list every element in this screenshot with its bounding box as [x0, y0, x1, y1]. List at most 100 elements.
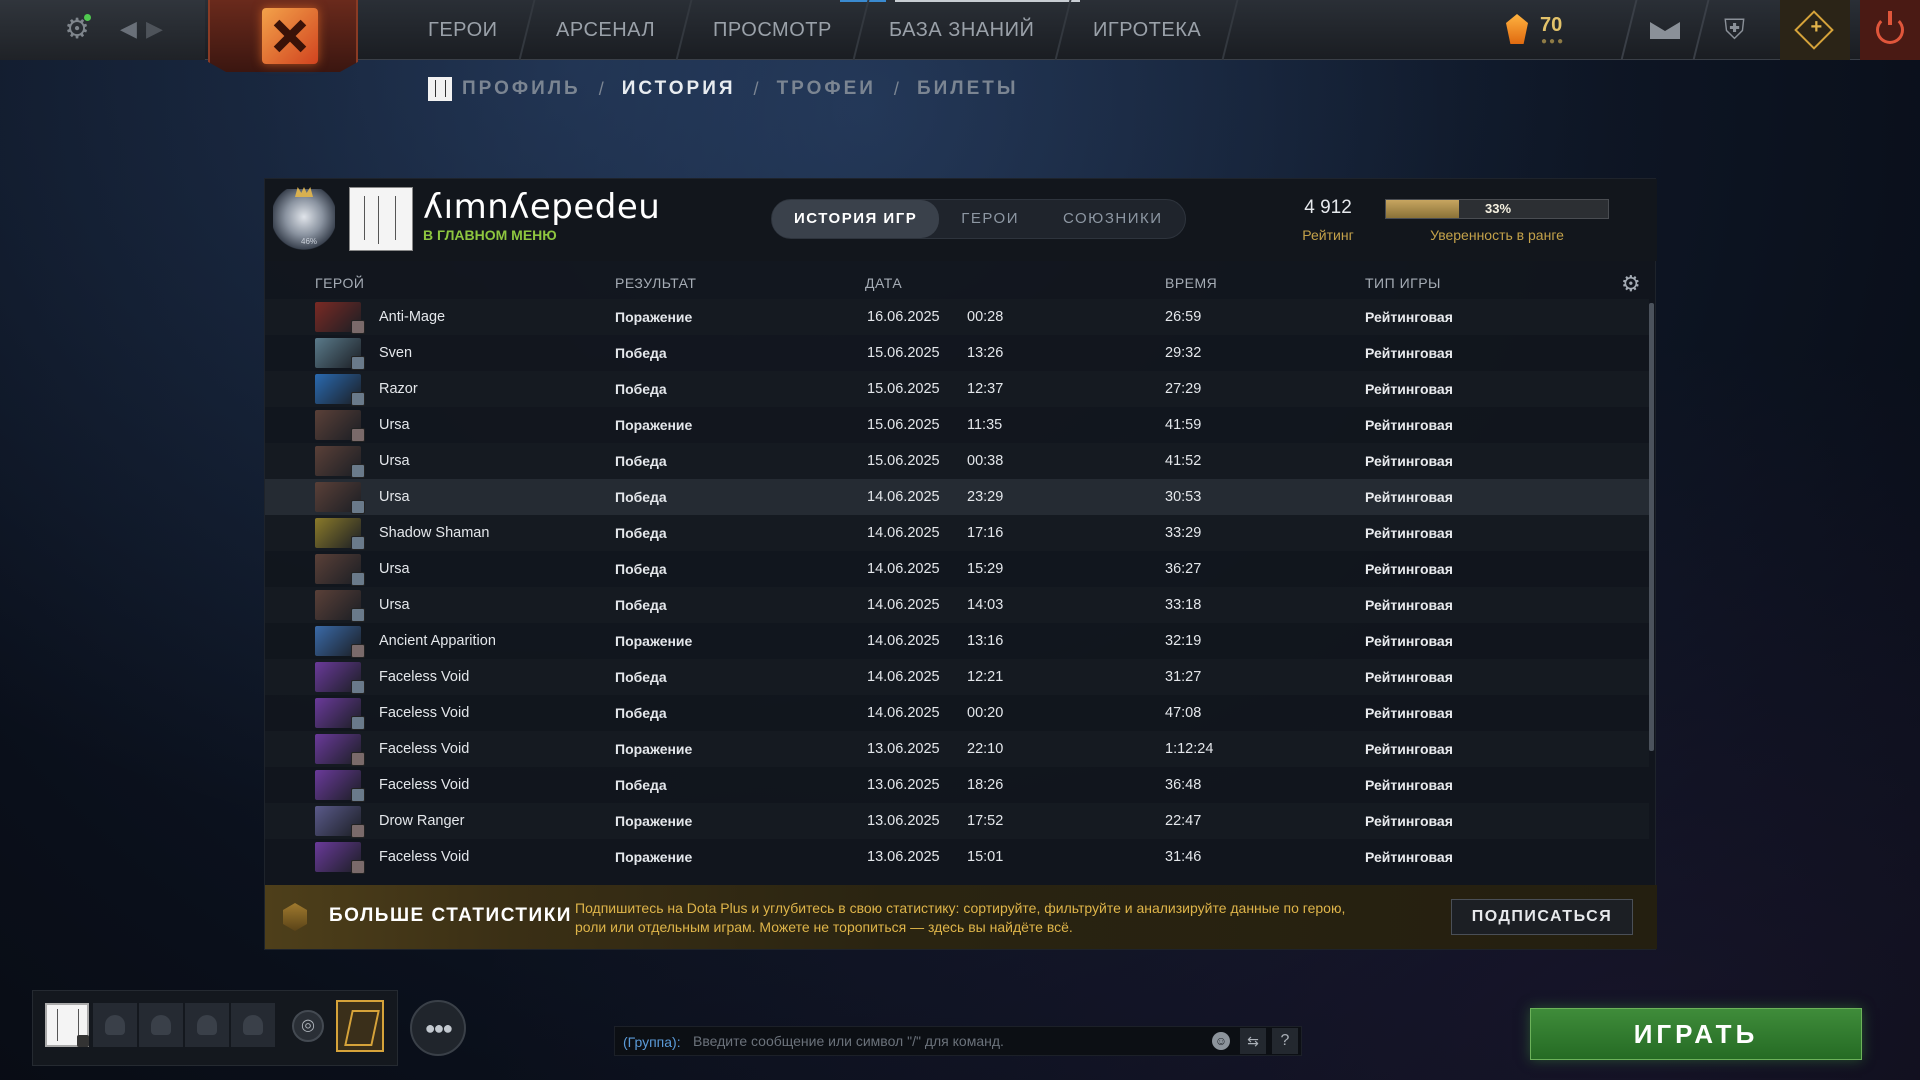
- dota-logo[interactable]: [262, 8, 318, 64]
- match-result: Победа: [615, 597, 667, 613]
- nav-armory[interactable]: АРСЕНАЛ: [520, 0, 693, 60]
- table-settings-gear-icon[interactable]: ⚙: [1621, 271, 1641, 297]
- chat-channel[interactable]: (Группа):: [623, 1034, 681, 1050]
- table-row[interactable]: Faceless Void Победа 13.06.2025 18:26 36:48 Р…: [265, 767, 1649, 803]
- party-slot-empty[interactable]: [93, 1003, 137, 1047]
- table-row[interactable]: Ursa Победа 15.06.2025 00:38 41:52 Рейтингова…: [265, 443, 1649, 479]
- chat-bar: (Группа):: [614, 1026, 1302, 1056]
- table-row[interactable]: Faceless Void Поражение 13.06.2025 15:01 31:…: [265, 839, 1649, 875]
- table-row[interactable]: Faceless Void Победа 14.06.2025 00:20 47:08 Р…: [265, 695, 1649, 731]
- party-slot-self[interactable]: [45, 1003, 89, 1047]
- tab-heroes[interactable]: ГЕРОИ: [939, 200, 1041, 238]
- subnav-trophies[interactable]: ТРОФЕИ: [777, 78, 876, 100]
- avatar[interactable]: [349, 187, 413, 251]
- power-icon[interactable]: [1876, 11, 1904, 44]
- match-start-time: 12:21: [967, 669, 1004, 685]
- match-result: Победа: [615, 381, 667, 397]
- match-date: 15.06.2025: [867, 417, 940, 433]
- subnav-separator: /: [753, 78, 759, 99]
- headset-icon[interactable]: ◎: [292, 1010, 324, 1042]
- table-row[interactable]: Razor Победа 15.06.2025 12:37 27:29 Рейтингов…: [265, 371, 1649, 407]
- col-result[interactable]: РЕЗУЛЬТАТ: [615, 275, 696, 291]
- match-start-time: 15:29: [967, 561, 1004, 577]
- game-type: Рейтинговая: [1365, 597, 1453, 613]
- match-duration: 41:52: [1165, 453, 1202, 469]
- match-date: 14.06.2025: [867, 489, 940, 505]
- arrow-right-icon[interactable]: ▶: [146, 16, 163, 42]
- match-duration: 32:19: [1165, 633, 1202, 649]
- role-icon: [351, 824, 365, 838]
- nav-arcade[interactable]: ИГРОТЕКА: [1057, 0, 1239, 60]
- play-button[interactable]: ИГРАТЬ: [1530, 1008, 1862, 1060]
- col-date[interactable]: ДАТА: [865, 275, 902, 291]
- emoji-icon[interactable]: ☺: [1212, 1032, 1230, 1050]
- subscribe-button[interactable]: ПОДПИСАТЬСЯ: [1451, 899, 1633, 935]
- dota-plus-badge[interactable]: [336, 1000, 384, 1052]
- match-history-panel: 46% ʎımnʎepedeu В ГЛАВНОМ МЕНЮ ИСТОРИЯ И…: [264, 178, 1657, 950]
- table-row[interactable]: Drow Ranger Поражение 13.06.2025 17:52 22:47…: [265, 803, 1649, 839]
- table-row[interactable]: Ancient Apparition Поражение 14.06.2025 13:…: [265, 623, 1649, 659]
- role-icon: [351, 536, 365, 550]
- game-type: Рейтинговая: [1365, 633, 1453, 649]
- role-icon: [351, 464, 365, 478]
- tab-match-history[interactable]: ИСТОРИЯ ИГР: [772, 200, 940, 238]
- subnav-history[interactable]: ИСТОРИЯ: [622, 78, 736, 100]
- nav-heroes[interactable]: ГЕРОИ: [392, 0, 535, 60]
- match-date: 13.06.2025: [867, 741, 940, 757]
- match-result: Победа: [615, 525, 667, 541]
- chat-wheel-icon[interactable]: ⇆: [1240, 1028, 1266, 1054]
- match-duration: 31:27: [1165, 669, 1202, 685]
- table-row[interactable]: Ursa Победа 14.06.2025 23:29 30:53 Рейтингова…: [265, 479, 1649, 515]
- arrow-left-icon[interactable]: ◀: [120, 16, 137, 42]
- match-duration: 1:12:24: [1165, 741, 1214, 757]
- scrollbar[interactable]: [1649, 303, 1654, 751]
- nav-learn[interactable]: БАЗА ЗНАНИЙ: [853, 0, 1073, 60]
- chat-input[interactable]: [693, 1029, 1213, 1053]
- help-icon[interactable]: ?: [1272, 1028, 1298, 1054]
- match-start-time: 17:52: [967, 813, 1004, 829]
- shard-icon[interactable]: [1506, 14, 1528, 44]
- mail-icon[interactable]: [1650, 19, 1680, 39]
- table-row[interactable]: Faceless Void Победа 14.06.2025 12:21 31:27 Р…: [265, 659, 1649, 695]
- top-bar: ⚙ ◀ ▶ ГЕРОИ АРСЕНАЛ ПРОСМОТР БАЗА ЗНАНИЙ…: [0, 0, 1920, 72]
- match-result: Поражение: [615, 309, 693, 325]
- game-type: Рейтинговая: [1365, 345, 1453, 361]
- table-row[interactable]: Ursa Поражение 15.06.2025 11:35 41:59 Рейтинг…: [265, 407, 1649, 443]
- match-duration: 33:29: [1165, 525, 1202, 541]
- person-icon: [243, 1015, 263, 1035]
- match-result: Победа: [615, 561, 667, 577]
- party-slot-empty[interactable]: [139, 1003, 183, 1047]
- party-slot-empty[interactable]: [231, 1003, 275, 1047]
- game-type: Рейтинговая: [1365, 453, 1453, 469]
- nav-watch[interactable]: ПРОСМОТР: [677, 0, 869, 60]
- friends-icon[interactable]: ●●●: [410, 1000, 466, 1056]
- party-slot-empty[interactable]: [185, 1003, 229, 1047]
- player-status: В ГЛАВНОМ МЕНЮ: [423, 227, 557, 243]
- table-row[interactable]: Anti-Mage Поражение 16.06.2025 00:28 26:59 Ре…: [265, 299, 1649, 335]
- match-result: Победа: [615, 705, 667, 721]
- subnav-tickets[interactable]: БИЛЕТЫ: [917, 78, 1019, 100]
- game-type: Рейтинговая: [1365, 561, 1453, 577]
- subnav-profile[interactable]: ПРОФИЛЬ: [462, 78, 581, 100]
- col-duration[interactable]: ВРЕМЯ: [1165, 275, 1217, 291]
- account-level[interactable]: 70: [1540, 14, 1562, 37]
- table-row[interactable]: Faceless Void Поражение 13.06.2025 22:10 1:1…: [265, 731, 1649, 767]
- table-row[interactable]: Ursa Победа 14.06.2025 15:29 36:27 Рейтингова…: [265, 551, 1649, 587]
- hero-name: Ursa: [379, 597, 410, 613]
- main-nav: ГЕРОИ АРСЕНАЛ ПРОСМОТР БАЗА ЗНАНИЙ ИГРОТ…: [392, 0, 1239, 60]
- tab-allies[interactable]: СОЮЗНИКИ: [1041, 200, 1185, 238]
- table-row[interactable]: Shadow Shaman Победа 14.06.2025 17:16 33:29 Р…: [265, 515, 1649, 551]
- match-date: 15.06.2025: [867, 345, 940, 361]
- armory-icon[interactable]: ⛨: [1724, 14, 1745, 47]
- match-date: 13.06.2025: [867, 777, 940, 793]
- more-stats-description: Подпишитесь на Dota Plus и углубитесь в …: [575, 900, 1346, 935]
- game-type: Рейтинговая: [1365, 741, 1453, 757]
- col-game-type[interactable]: ТИП ИГРЫ: [1365, 275, 1441, 291]
- history-tabs: ИСТОРИЯ ИГР ГЕРОИ СОЮЗНИКИ: [771, 199, 1186, 239]
- table-row[interactable]: Ursa Победа 14.06.2025 14:03 33:18 Рейтингова…: [265, 587, 1649, 623]
- role-icon: [351, 500, 365, 514]
- match-date: 14.06.2025: [867, 669, 940, 685]
- role-icon: [351, 752, 365, 766]
- table-row[interactable]: Sven Победа 15.06.2025 13:26 29:32 Рейтингова…: [265, 335, 1649, 371]
- col-hero[interactable]: ГЕРОЙ: [315, 275, 364, 291]
